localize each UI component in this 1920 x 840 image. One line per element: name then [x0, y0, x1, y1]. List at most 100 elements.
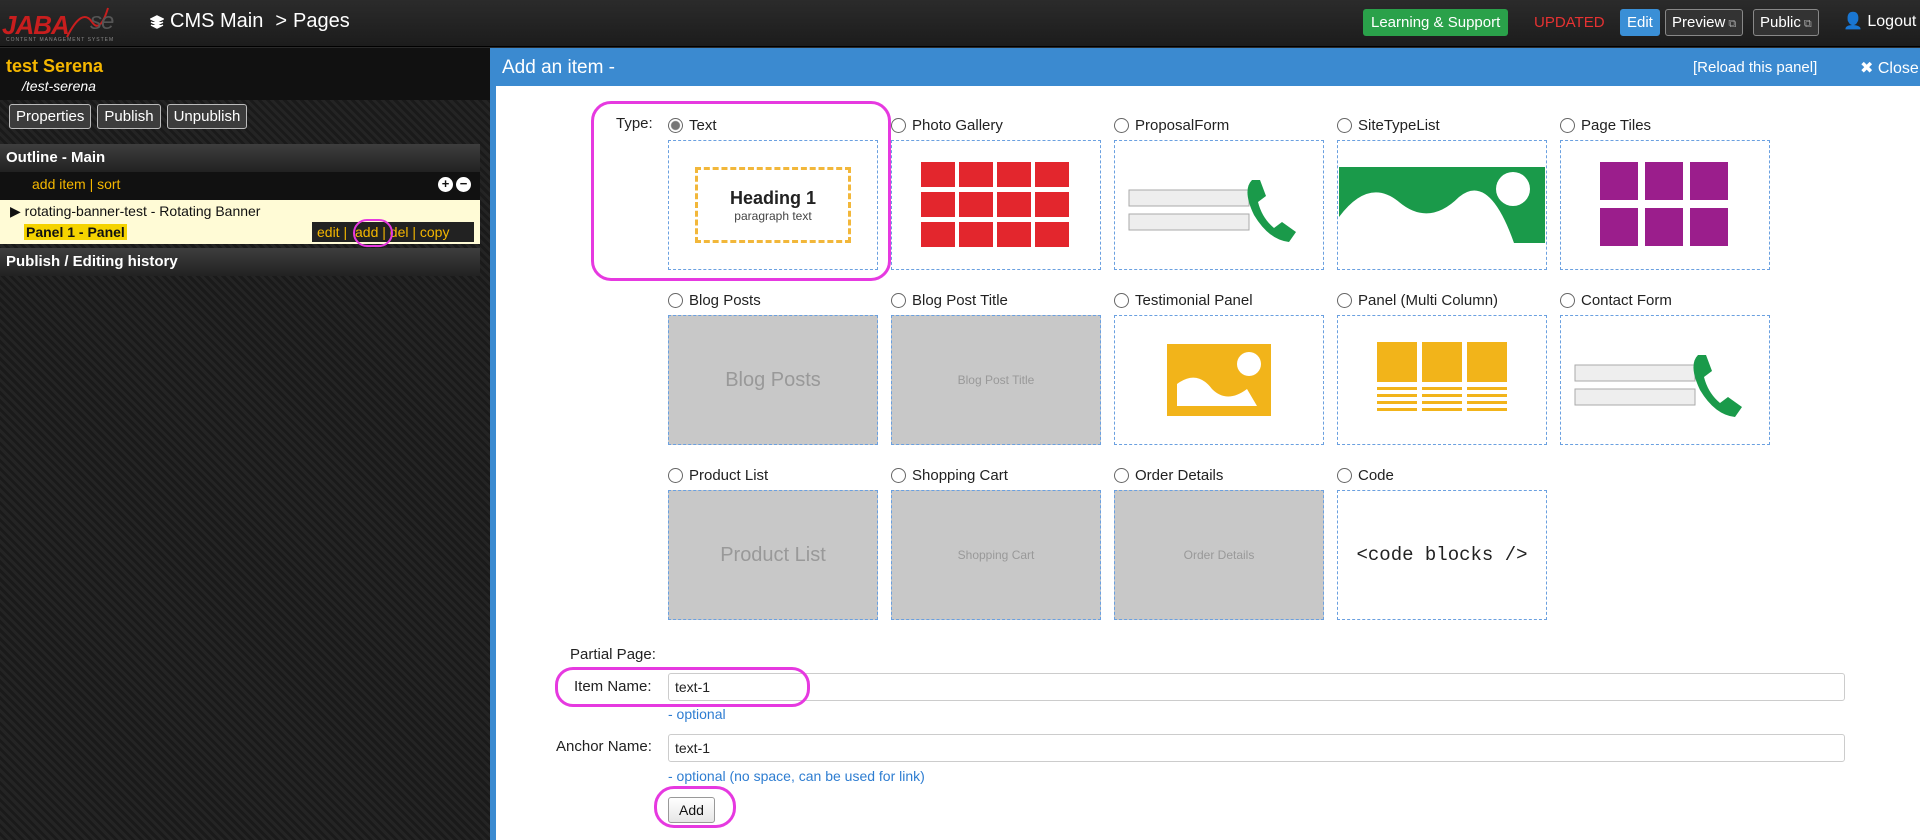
radio-site-type-list[interactable]	[1337, 117, 1352, 133]
highlight-add-button	[654, 786, 736, 828]
add-sort-links[interactable]: add item | sort	[32, 176, 120, 192]
outline-header[interactable]: Outline - Main	[0, 144, 480, 172]
app-logo[interactable]: JABA se CONTENT MANAGEMENT SYSTEM	[2, 2, 142, 44]
photo-gallery-icon	[921, 162, 1069, 247]
plus-circle-icon[interactable]: +	[438, 177, 453, 192]
type-thumb-blog-posts[interactable]: Blog Posts	[668, 315, 878, 445]
page-actions: Properties Publish Unpublish	[9, 104, 248, 129]
type-option-label: Page Tiles	[1581, 116, 1652, 134]
preview-label: Preview	[1672, 14, 1726, 31]
radio-photo-gallery[interactable]	[891, 117, 906, 133]
type-option-label: Blog Posts	[689, 291, 761, 309]
left-sidebar: test Serena /test-serena Properties Publ…	[0, 48, 490, 840]
type-thumb-product-list[interactable]: Product List	[668, 490, 878, 620]
radio-page-tiles[interactable]	[1560, 117, 1575, 133]
breadcrumb-current[interactable]: Pages	[293, 10, 350, 33]
public-button[interactable]: Public ⧉	[1753, 9, 1819, 36]
phone-form-icon	[1574, 355, 1742, 417]
type-thumb-code[interactable]: <code blocks />	[1337, 490, 1547, 620]
type-option-page-tiles[interactable]: Page Tiles	[1560, 114, 1770, 270]
type-option-blog-posts[interactable]: Blog Posts Blog Posts	[668, 289, 878, 445]
anchor-name-hint: - optional (no space, can be used for li…	[668, 768, 925, 784]
top-bar: JABA se CONTENT MANAGEMENT SYSTEM CMS Ma…	[0, 0, 1920, 47]
radio-order-details[interactable]	[1114, 467, 1129, 483]
tree-item[interactable]: ▶ rotating-banner-test - Rotating Banner	[10, 203, 260, 220]
breadcrumb-root[interactable]: CMS Main	[170, 10, 263, 33]
radio-testimonial-panel[interactable]	[1114, 292, 1129, 308]
item-name-input[interactable]	[668, 673, 1845, 701]
properties-button[interactable]: Properties	[9, 104, 92, 129]
radio-panel-multi-column[interactable]	[1337, 292, 1352, 308]
type-option-blog-post-title[interactable]: Blog Post Title Blog Post Title	[891, 289, 1101, 445]
expand-collapse-controls: + −	[438, 177, 471, 192]
anchor-name-label: Anchor Name:	[556, 738, 652, 755]
preview-button[interactable]: Preview ⧉	[1665, 9, 1744, 36]
type-option-product-list[interactable]: Product List Product List	[668, 464, 878, 620]
type-option-site-type-list[interactable]: SiteTypeList	[1337, 114, 1547, 270]
type-thumb-page-tiles[interactable]	[1560, 140, 1770, 270]
type-option-label: Blog Post Title	[912, 291, 1008, 309]
learning-support-button[interactable]: Learning & Support	[1363, 9, 1509, 36]
anchor-name-input[interactable]	[668, 734, 1845, 762]
panel-header: Add an item - [Reload this panel] ✖ Clos…	[496, 48, 1920, 86]
status-badge: UPDATED	[1534, 14, 1605, 31]
logo-subtitle: CONTENT MANAGEMENT SYSTEM	[6, 37, 115, 43]
type-option-contact-form[interactable]: Contact Form	[1560, 289, 1770, 445]
external-link-icon: ⧉	[1803, 18, 1812, 30]
history-header[interactable]: Publish / Editing history	[0, 248, 480, 276]
type-thumb-contact-form[interactable]	[1560, 315, 1770, 445]
phone-form-icon	[1128, 180, 1296, 242]
radio-proposal-form[interactable]	[1114, 117, 1129, 133]
image-icon	[1167, 344, 1271, 416]
radio-contact-form[interactable]	[1560, 292, 1575, 308]
close-label: Close	[1877, 60, 1919, 77]
radio-blog-posts[interactable]	[668, 292, 683, 308]
logout-button[interactable]: 👤 Logout	[1843, 11, 1916, 31]
edit-label: Edit	[1627, 14, 1653, 31]
tree-item-label: rotating-banner-test - Rotating Banner	[24, 203, 261, 219]
type-option-testimonial-panel[interactable]: Testimonial Panel	[1114, 289, 1324, 445]
publish-button[interactable]: Publish	[97, 104, 161, 129]
type-thumb-testimonial-panel[interactable]	[1114, 315, 1324, 445]
tree-item-selected[interactable]: Panel 1 - Panel	[24, 224, 127, 240]
radio-code[interactable]	[1337, 467, 1352, 483]
copy-link[interactable]: copy	[420, 224, 450, 240]
type-option-shopping-cart[interactable]: Shopping Cart Shopping Cart	[891, 464, 1101, 620]
type-thumb-blog-post-title[interactable]: Blog Post Title	[891, 315, 1101, 445]
type-option-code[interactable]: Code <code blocks />	[1337, 464, 1547, 620]
type-option-label: Photo Gallery	[912, 116, 1003, 134]
radio-shopping-cart[interactable]	[891, 467, 906, 483]
external-link-icon: ⧉	[1728, 18, 1737, 30]
user-icon: 👤	[1843, 13, 1863, 30]
radio-blog-post-title[interactable]	[891, 292, 906, 308]
edit-button[interactable]: Edit	[1620, 9, 1660, 36]
edit-link[interactable]: edit	[317, 224, 340, 240]
page-path: /test-serena	[22, 78, 96, 94]
type-option-label: Shopping Cart	[912, 466, 1008, 484]
type-option-label: ProposalForm	[1135, 116, 1230, 134]
type-option-label: SiteTypeList	[1358, 116, 1440, 134]
type-option-photo-gallery[interactable]: Photo Gallery	[891, 114, 1101, 270]
breadcrumb: CMS Main > Pages	[150, 10, 350, 33]
type-thumb-order-details[interactable]: Order Details	[1114, 490, 1324, 620]
highlight-item-name	[555, 667, 810, 707]
type-thumb-panel-multi-column[interactable]	[1337, 315, 1547, 445]
type-thumb-proposal-form[interactable]	[1114, 140, 1324, 270]
radio-product-list[interactable]	[668, 467, 683, 483]
type-option-order-details[interactable]: Order Details Order Details	[1114, 464, 1324, 620]
expand-triangle-icon[interactable]: ▶	[10, 203, 21, 219]
reload-panel-link[interactable]: [Reload this panel]	[1693, 59, 1817, 76]
type-option-panel-multi-column[interactable]: Panel (Multi Column)	[1337, 289, 1547, 445]
unpublish-button[interactable]: Unpublish	[166, 104, 248, 129]
tiles-icon	[1600, 162, 1728, 246]
close-button[interactable]: ✖ Close	[1860, 58, 1919, 78]
highlight-add-link	[353, 219, 393, 247]
minus-circle-icon[interactable]: −	[456, 177, 471, 192]
type-option-proposal-form[interactable]: ProposalForm	[1114, 114, 1324, 270]
logout-label: Logout	[1867, 13, 1917, 30]
type-option-label: Testimonial Panel	[1135, 291, 1253, 309]
type-thumb-shopping-cart[interactable]: Shopping Cart	[891, 490, 1101, 620]
type-thumb-site-type-list[interactable]	[1337, 140, 1547, 270]
type-thumb-photo-gallery[interactable]	[891, 140, 1101, 270]
highlight-type-text	[591, 101, 891, 281]
